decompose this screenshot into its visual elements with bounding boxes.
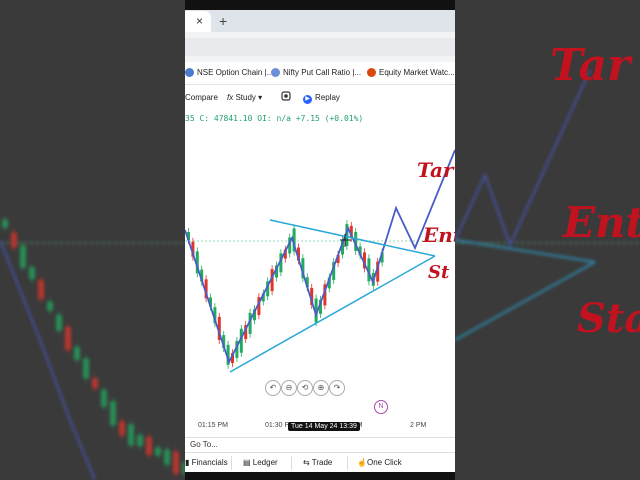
bookmark-label: NSE Option Chain |...	[197, 68, 274, 77]
divider	[231, 456, 232, 470]
ledger-button[interactable]: ▤ Ledger	[243, 458, 278, 467]
candle	[101, 389, 107, 407]
candle	[29, 267, 35, 280]
bookmark-label: Nifty Put Call Ratio |...	[283, 68, 362, 77]
trade-button[interactable]: ⇆ Trade	[303, 458, 332, 467]
chart-toolbar: Compare fx Study ▾ ▶ Replay	[185, 88, 455, 108]
candle	[20, 245, 26, 268]
compare-button[interactable]: Compare	[185, 93, 218, 102]
bookmark-nifty-pcr[interactable]: Nifty Put Call Ratio |...	[271, 68, 362, 78]
goto-label: Go To...	[190, 440, 218, 449]
candle	[74, 346, 80, 360]
candle	[38, 280, 44, 300]
new-tab-button[interactable]: +	[219, 13, 227, 29]
browser-tab[interactable]: ×	[185, 11, 211, 32]
bottom-nav: ▮ Financials ▤ Ledger ⇆ Trade ☝One Click	[185, 452, 455, 472]
candle	[83, 358, 89, 379]
browser-tab-bar: × +	[185, 10, 455, 32]
stop-text: St	[428, 262, 450, 283]
one-click-button[interactable]: ☝One Click	[357, 458, 402, 467]
candle	[92, 378, 98, 389]
study-label: Study	[235, 93, 256, 102]
target-text: Tar	[417, 158, 454, 182]
candle	[128, 424, 134, 446]
bookmark-icon	[367, 68, 376, 78]
replay-label: Replay	[315, 93, 340, 102]
zoom-out-icon[interactable]: ⊖	[281, 380, 297, 396]
bookmark-label: Equity Market Watc...	[379, 68, 455, 77]
right-blurred-background: Tar Ent Sta	[455, 0, 640, 480]
tab-close-icon[interactable]: ×	[196, 14, 203, 28]
candle	[110, 401, 116, 426]
screenshot-icon[interactable]	[281, 91, 291, 103]
one-click-icon: ☝	[357, 458, 367, 467]
bookmark-icon	[185, 68, 194, 78]
address-bar[interactable]	[185, 38, 455, 56]
candle	[65, 326, 71, 350]
reset-zoom-icon[interactable]: ⟲	[297, 380, 313, 396]
right-target-text: Tar	[550, 40, 631, 91]
ohlc-readout: 35 C: 47841.10 OI: n/a +7.15 (+0.01%)	[185, 114, 364, 123]
zoom-in-icon[interactable]: ⊕	[313, 380, 329, 396]
right-entry-text: Ent	[563, 198, 640, 247]
price-chart[interactable]	[185, 130, 455, 420]
candle	[173, 451, 179, 474]
candle	[56, 314, 62, 331]
zigzag-pattern-line	[185, 149, 455, 365]
play-icon: ▶	[303, 95, 312, 104]
replay-button[interactable]: ▶ Replay	[303, 93, 340, 104]
one-click-label: One Click	[366, 458, 402, 467]
candle	[155, 447, 161, 456]
entry-text: Ent	[423, 223, 455, 247]
left-blurred-chart	[0, 215, 185, 480]
news-badge[interactable]: N	[374, 400, 388, 414]
bookmark-equity-market-watch[interactable]: Equity Market Watc...	[367, 68, 455, 78]
crosshair-time-label: Tue 14 May 24 13:39	[288, 422, 360, 431]
study-button[interactable]: fx Study ▾	[227, 93, 262, 102]
divider	[347, 456, 348, 470]
bookmarks-bar: NSE Option Chain |... Nifty Put Call Rat…	[185, 62, 455, 85]
divider	[291, 456, 292, 470]
goto-bar[interactable]: Go To...	[185, 437, 455, 452]
undo-icon[interactable]: ↶	[265, 380, 281, 396]
redo-icon[interactable]: ↷	[329, 380, 345, 396]
left-blurred-background	[0, 0, 185, 480]
bookmark-icon	[271, 68, 280, 78]
right-stop-text: Sta	[577, 295, 640, 342]
address-bar-area	[185, 32, 455, 62]
candle	[164, 449, 170, 465]
candle	[119, 421, 125, 436]
fx-icon: fx	[227, 93, 234, 102]
candle	[11, 232, 17, 248]
x-tick-label: 2 PM	[410, 422, 427, 429]
financials-label: Financials	[191, 458, 228, 467]
ledger-icon: ▤	[243, 458, 253, 467]
chevron-down-icon: ▾	[258, 93, 263, 102]
candle	[146, 437, 152, 455]
ledger-label: Ledger	[252, 458, 278, 467]
x-tick-label: 01:15 PM	[198, 422, 228, 429]
candle	[47, 301, 53, 311]
trade-label: Trade	[311, 458, 333, 467]
phone-screen: × + NSE Option Chain |... Nifty Put Call…	[185, 10, 455, 472]
bookmark-nse-option-chain[interactable]: NSE Option Chain |...	[185, 68, 274, 78]
candle	[137, 434, 143, 446]
financials-button[interactable]: ▮ Financials	[185, 458, 228, 467]
trade-icon: ⇆	[303, 458, 312, 467]
candle	[2, 219, 8, 228]
financials-icon: ▮	[185, 458, 192, 467]
